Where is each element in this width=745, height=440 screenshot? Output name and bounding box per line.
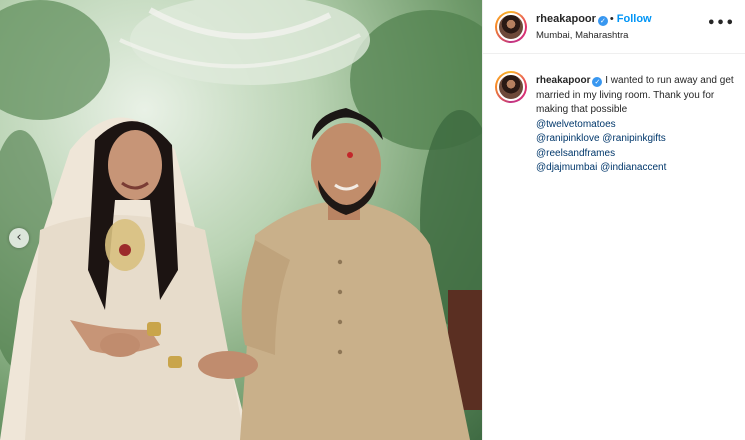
avatar[interactable] bbox=[495, 11, 527, 43]
caption-avatar[interactable] bbox=[495, 71, 527, 103]
mention-link[interactable]: @indianaccent bbox=[600, 162, 666, 173]
avatar-image bbox=[497, 13, 525, 41]
separator-dot: • bbox=[609, 13, 614, 25]
username-link[interactable]: rheakapoor bbox=[536, 13, 596, 25]
avatar-image bbox=[497, 73, 525, 101]
location-link[interactable]: Mumbai, Maharashtra bbox=[536, 30, 628, 41]
post-side-panel: rheakapoor ✓ • Follow Mumbai, Maharashtra •… bbox=[482, 0, 745, 440]
previous-photo-button[interactable]: ‹ bbox=[9, 228, 29, 248]
mention-link[interactable]: @reelsandframes bbox=[536, 147, 736, 162]
post-header: rheakapoor ✓ • Follow Mumbai, Maharashtra •… bbox=[483, 0, 745, 54]
caption: rheakapoor ✓ I wanted to run away and get… bbox=[536, 74, 736, 176]
header-user-line: rheakapoor ✓ • Follow bbox=[536, 13, 652, 26]
mention-link[interactable]: @djajmumbai bbox=[536, 162, 597, 173]
verified-badge-icon: ✓ bbox=[597, 16, 608, 26]
mention-link[interactable]: @twelvetomatoes bbox=[536, 118, 736, 133]
post-photo[interactable]: ‹ bbox=[0, 0, 482, 440]
caption-username-link[interactable]: rheakapoor bbox=[536, 75, 590, 86]
more-options-icon[interactable]: ••• bbox=[707, 16, 735, 31]
verified-badge-icon: ✓ bbox=[592, 77, 603, 87]
follow-button[interactable]: Follow bbox=[617, 13, 652, 25]
photo-illustration bbox=[0, 0, 482, 440]
chevron-left-icon: ‹ bbox=[16, 230, 22, 245]
mention-link[interactable]: @ranipinkgifts bbox=[602, 133, 666, 144]
mention-link[interactable]: @ranipinklove bbox=[536, 133, 600, 144]
